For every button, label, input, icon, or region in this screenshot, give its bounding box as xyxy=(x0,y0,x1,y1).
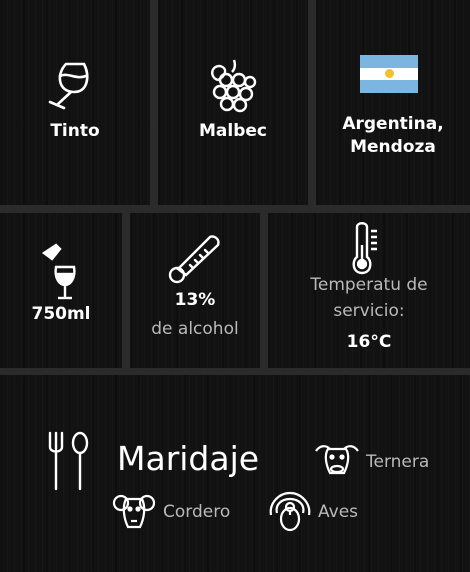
wine-type-tile: Tinto xyxy=(0,0,150,205)
thermometer-icon xyxy=(352,222,377,275)
pairing-item-label-cordero: Cordero xyxy=(163,502,231,522)
alcohol-value: 13% xyxy=(174,290,216,310)
ram-head-icon xyxy=(112,494,156,529)
fork-spoon-icon xyxy=(48,431,89,491)
wine-type-label: Tinto xyxy=(50,121,100,141)
cow-head-icon xyxy=(315,445,359,475)
turkey-icon xyxy=(269,491,311,532)
origin-tile: Argentina, Mendoza xyxy=(316,0,470,205)
pairing-tile: Maridaje Ternera Cordero Aves xyxy=(0,375,470,572)
temperature-value: 16°C xyxy=(346,332,392,352)
pairing-item-label-aves: Aves xyxy=(318,502,359,522)
temperature-tile: Temperatu de servicio: 16°C xyxy=(268,213,470,368)
grapes-icon xyxy=(211,59,257,113)
origin-label-line2: Mendoza xyxy=(350,137,436,157)
bottle-glass-icon xyxy=(41,243,76,300)
pairing-item-label-ternera: Ternera xyxy=(366,452,430,472)
grape-tile: Malbec xyxy=(158,0,308,205)
volume-label: 750ml xyxy=(31,304,91,324)
alcohol-label: de alcohol xyxy=(151,319,239,339)
grape-label: Malbec xyxy=(199,121,267,141)
temperature-label-1: Temperatu de xyxy=(310,275,428,295)
argentina-flag-icon xyxy=(360,55,418,93)
temperature-label-2: servicio: xyxy=(333,301,405,321)
origin-label-line1: Argentina, xyxy=(342,114,444,134)
thermometer-icon xyxy=(168,235,220,284)
alcohol-tile: 13% de alcohol xyxy=(130,213,260,368)
volume-tile: 750ml xyxy=(0,213,122,368)
wine-glass-icon xyxy=(48,62,89,110)
pairing-title: Maridaje xyxy=(117,439,260,478)
